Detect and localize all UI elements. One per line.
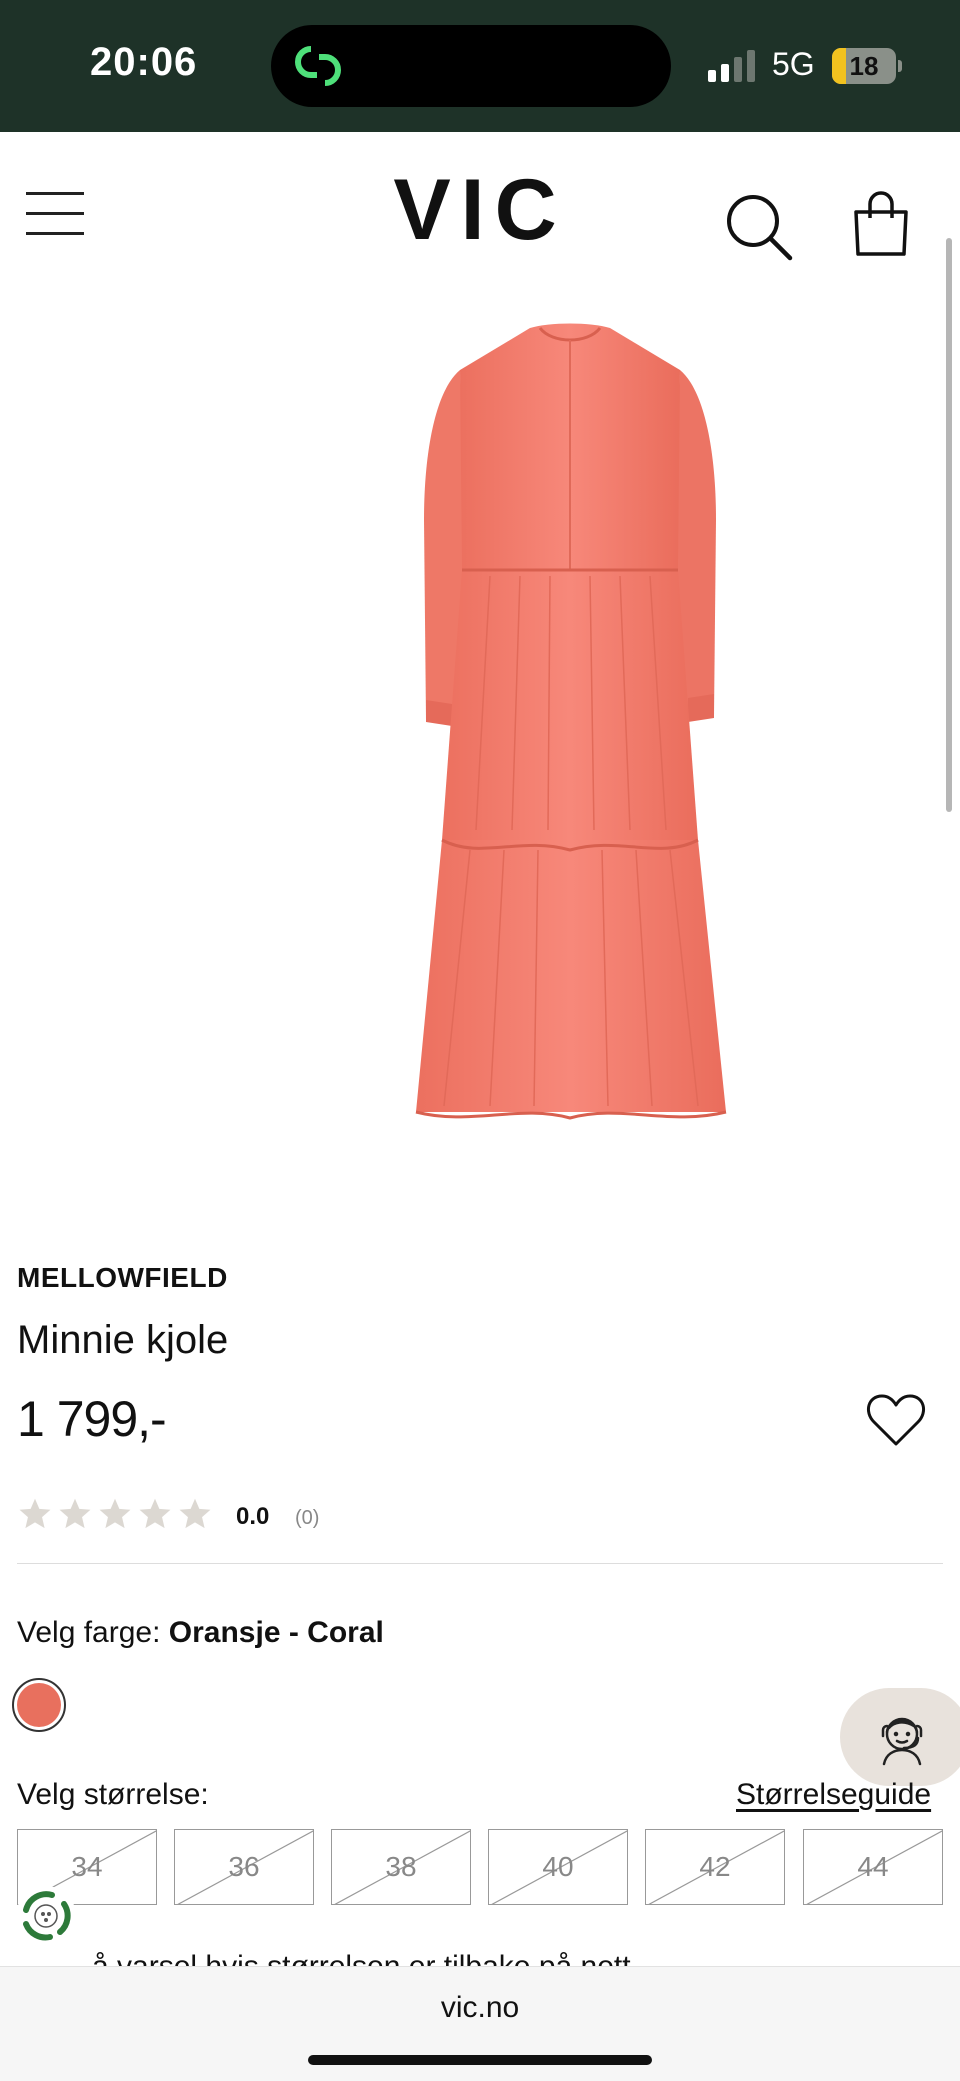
size-option-label: 36 — [228, 1851, 260, 1882]
restock-notify-text[interactable]: å varsel hvis størrelsen er tilbake på n… — [92, 1946, 942, 1968]
color-swatch-coral[interactable] — [12, 1678, 66, 1732]
support-agent-icon — [881, 1717, 923, 1766]
size-option-label: 34 — [71, 1851, 103, 1882]
browser-address-bar: vic.no — [0, 1966, 960, 2081]
hamburger-menu-button[interactable] — [26, 192, 86, 236]
site-header: VIC — [0, 132, 960, 307]
swatch-fill — [17, 1683, 61, 1727]
size-guide-link[interactable]: Størrelseguide — [736, 1778, 931, 1812]
status-time: 20:06 — [90, 40, 198, 84]
size-option-label: 42 — [699, 1851, 731, 1882]
size-option-36[interactable]: 36 — [174, 1829, 314, 1905]
page-scrollbar[interactable] — [946, 238, 952, 812]
sustainability-badge-icon[interactable] — [14, 1884, 78, 1948]
menu-line — [26, 192, 84, 195]
home-indicator[interactable] — [308, 2055, 652, 2065]
star-icon — [179, 1498, 211, 1529]
battery-level: 18 — [849, 51, 879, 81]
signal-strength-icon — [708, 50, 755, 82]
rating-stars[interactable] — [17, 1496, 213, 1538]
size-option-44[interactable]: 44 — [803, 1829, 943, 1905]
shopping-bag-icon[interactable] — [852, 190, 910, 258]
search-icon[interactable] — [724, 192, 794, 262]
color-label: Velg farge: Oransje - Coral — [17, 1616, 384, 1650]
size-grid: 34 36 38 40 42 44 — [17, 1829, 943, 1905]
divider — [17, 1563, 943, 1564]
color-label-text: Velg farge: — [17, 1616, 161, 1649]
browser-url[interactable]: vic.no — [0, 1991, 960, 2025]
product-price: 1 799,- — [17, 1391, 167, 1447]
link-rings-icon — [295, 46, 341, 86]
status-bar: 20:06 5G 18 — [0, 0, 960, 132]
menu-line — [26, 212, 84, 215]
product-image[interactable] — [380, 320, 760, 1120]
selected-color-name: Oransje - Coral — [168, 1616, 384, 1649]
star-icon — [139, 1498, 171, 1529]
battery-icon: 18 — [832, 48, 902, 84]
rating-count[interactable]: (0) — [295, 1507, 319, 1530]
heart-icon[interactable] — [866, 1392, 926, 1448]
dynamic-island — [271, 25, 671, 107]
star-icon — [59, 1498, 91, 1529]
size-label: Velg størrelse: — [17, 1778, 209, 1811]
size-option-38[interactable]: 38 — [331, 1829, 471, 1905]
size-option-label: 44 — [857, 1851, 889, 1882]
product-name: Minnie kjole — [17, 1318, 229, 1362]
product-brand[interactable]: MELLOWFIELD — [17, 1262, 228, 1294]
star-icon — [19, 1498, 51, 1529]
rating-value: 0.0 — [236, 1503, 270, 1530]
size-option-40[interactable]: 40 — [488, 1829, 628, 1905]
network-type: 5G — [772, 46, 815, 82]
customer-service-chat-button[interactable] — [840, 1688, 960, 1786]
site-logo[interactable]: VIC — [380, 167, 580, 253]
size-option-label: 38 — [385, 1851, 417, 1882]
star-icon — [99, 1498, 131, 1529]
size-option-label: 40 — [542, 1851, 574, 1882]
menu-line — [26, 232, 84, 235]
size-option-42[interactable]: 42 — [645, 1829, 785, 1905]
